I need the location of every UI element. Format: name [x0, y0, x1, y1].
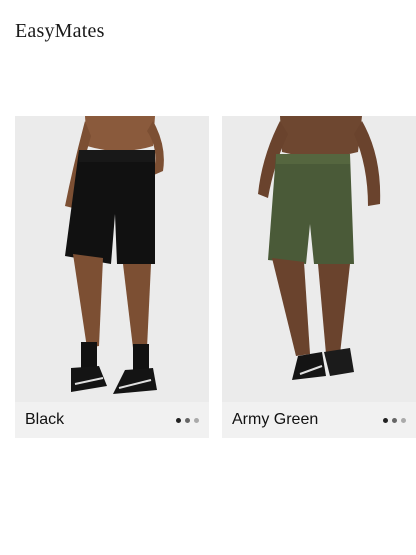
pagination-dot[interactable]	[185, 418, 190, 423]
pagination-dot[interactable]	[392, 418, 397, 423]
product-caption: Black	[15, 402, 209, 438]
pagination-dot[interactable]	[194, 418, 199, 423]
color-label: Black	[25, 411, 65, 428]
pagination-dot[interactable]	[383, 418, 388, 423]
brand-logo[interactable]: EasyMates	[15, 20, 105, 43]
product-image[interactable]	[222, 116, 416, 402]
image-pagination[interactable]	[176, 418, 199, 423]
product-card-army-green[interactable]: Army Green	[222, 116, 416, 438]
product-card-black[interactable]: Black	[15, 116, 209, 438]
product-image[interactable]	[15, 116, 209, 402]
pagination-dot[interactable]	[401, 418, 406, 423]
color-label: Army Green	[232, 411, 319, 428]
image-pagination[interactable]	[383, 418, 406, 423]
pagination-dot[interactable]	[176, 418, 181, 423]
product-caption: Army Green	[222, 402, 416, 438]
